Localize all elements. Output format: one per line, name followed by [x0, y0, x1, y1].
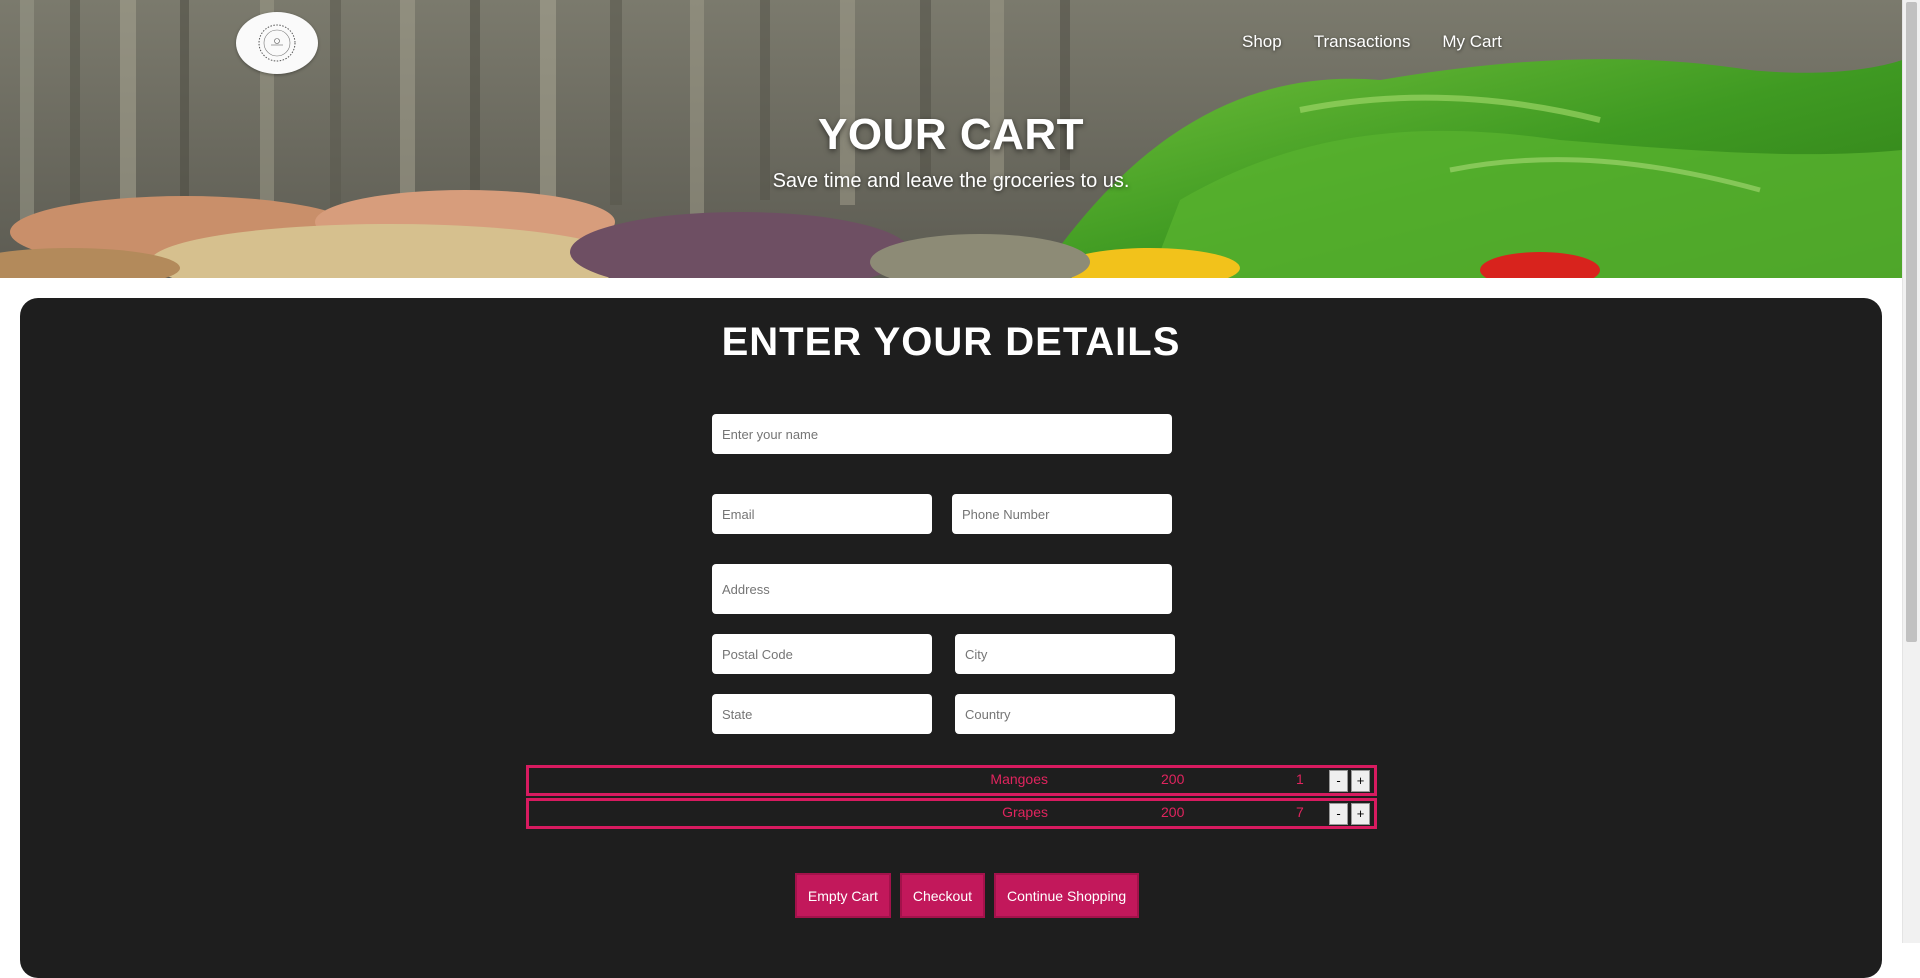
- cart-item-price: 200: [1161, 804, 1185, 820]
- page-title: YOUR CART: [817, 110, 1085, 159]
- hero-banner: Shop Transactions My Cart YOUR CART Save…: [0, 0, 1902, 278]
- details-panel: ENTER YOUR DETAILS Mangoes 200 1 - + Gra…: [20, 298, 1882, 978]
- cart-item-name: Grapes: [1002, 804, 1048, 820]
- scrollbar-thumb[interactable]: [1906, 2, 1917, 642]
- nav-link-my-cart[interactable]: My Cart: [1442, 32, 1502, 52]
- nav-link-shop[interactable]: Shop: [1242, 32, 1282, 52]
- page-subtitle: Save time and leave the groceries to us.: [772, 170, 1130, 192]
- decrease-qty-button[interactable]: -: [1329, 770, 1348, 792]
- increase-qty-button[interactable]: +: [1351, 770, 1370, 792]
- cart-item-price: 200: [1161, 771, 1185, 787]
- empty-cart-button[interactable]: Empty Cart: [794, 873, 891, 918]
- email-input[interactable]: [712, 494, 932, 534]
- cart-item-row: Mangoes 200 1 - +: [526, 765, 1377, 796]
- cart-actions: Empty Cart Checkout Continue Shopping: [20, 873, 1882, 918]
- logo[interactable]: [236, 12, 318, 74]
- city-input[interactable]: [955, 634, 1175, 674]
- checkout-button[interactable]: Checkout: [899, 873, 986, 918]
- phone-input[interactable]: [952, 494, 1172, 534]
- state-input[interactable]: [712, 694, 932, 734]
- cart-item-qty: 7: [1296, 804, 1304, 820]
- cart-item-name: Mangoes: [990, 771, 1048, 787]
- logo-icon: [258, 24, 296, 62]
- continue-shopping-button[interactable]: Continue Shopping: [994, 873, 1140, 918]
- cart-item-row: Grapes 200 7 - +: [526, 798, 1377, 829]
- nav-link-transactions[interactable]: Transactions: [1314, 32, 1411, 52]
- details-title: ENTER YOUR DETAILS: [721, 320, 1181, 364]
- address-input[interactable]: [712, 564, 1172, 614]
- decrease-qty-button[interactable]: -: [1329, 803, 1348, 825]
- cart-item-qty: 1: [1296, 771, 1304, 787]
- top-nav: Shop Transactions My Cart: [1242, 32, 1502, 52]
- name-input[interactable]: [712, 414, 1172, 454]
- country-input[interactable]: [955, 694, 1175, 734]
- increase-qty-button[interactable]: +: [1351, 803, 1370, 825]
- page-scrollbar[interactable]: [1902, 0, 1920, 943]
- postal-code-input[interactable]: [712, 634, 932, 674]
